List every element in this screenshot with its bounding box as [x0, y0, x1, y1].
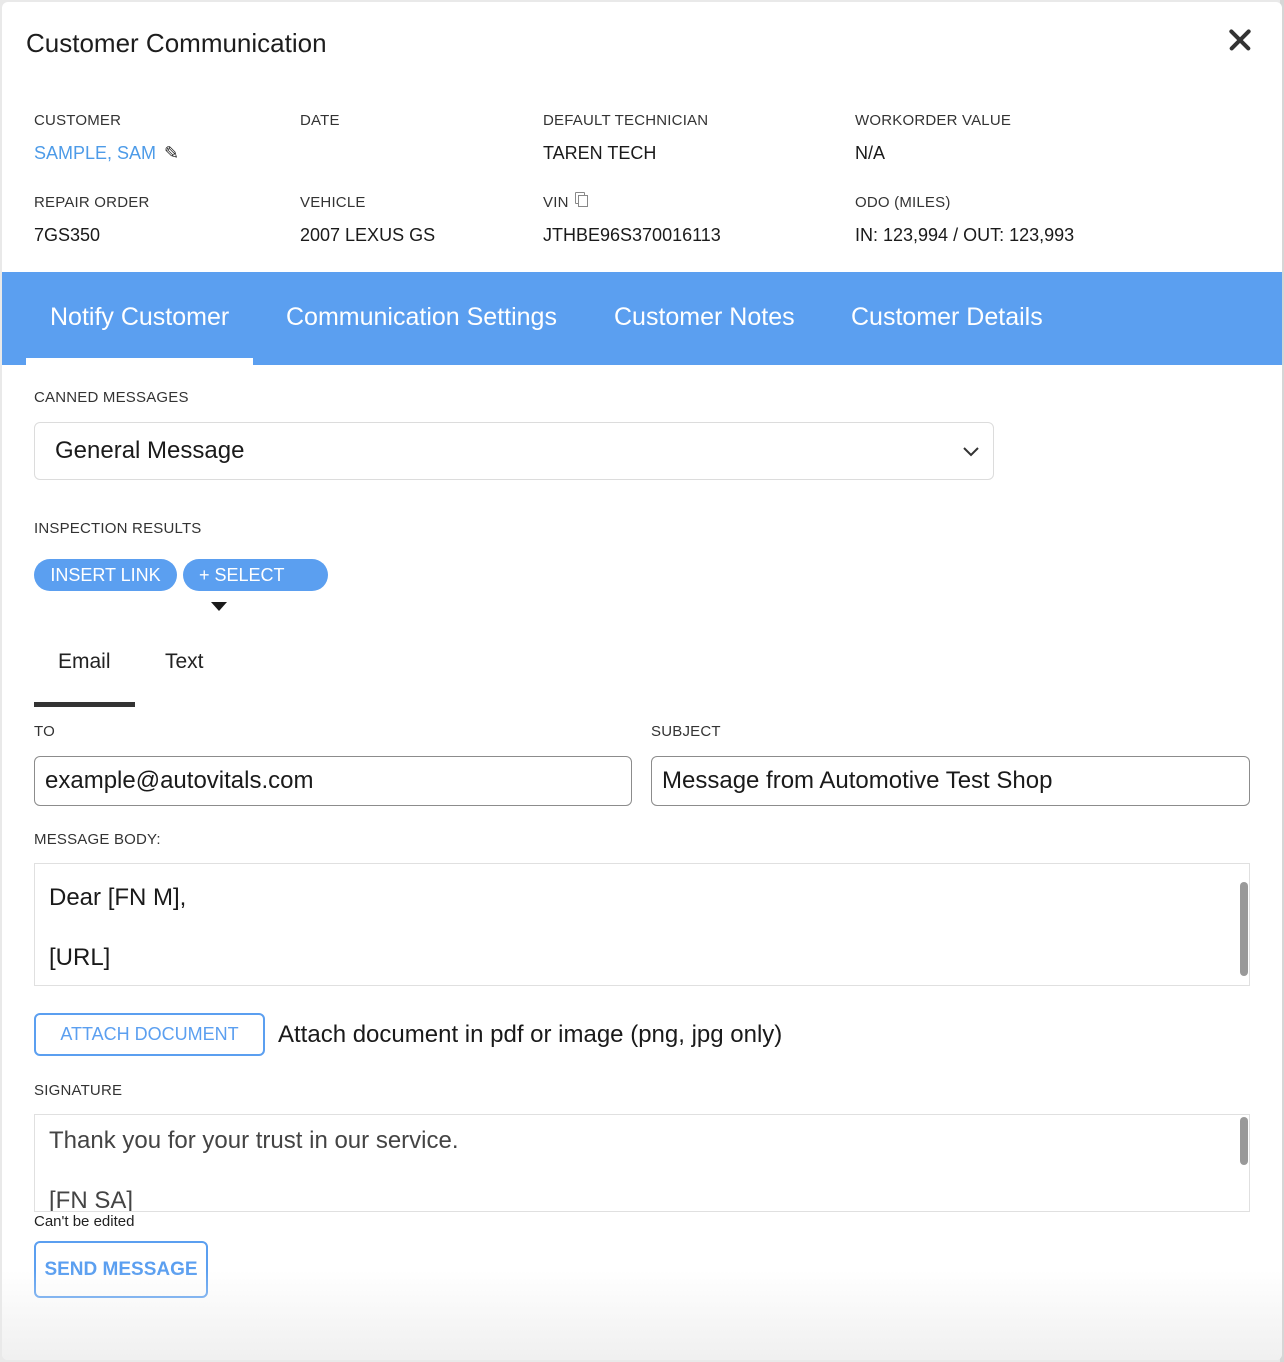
- customer-label: CUSTOMER: [34, 112, 122, 129]
- workorder-value: N/A: [855, 143, 886, 163]
- repair-order-value: 7GS350: [34, 225, 101, 245]
- select-dropdown-button[interactable]: + SELECT: [183, 559, 328, 611]
- select-button-label: + SELECT: [199, 565, 285, 585]
- repair-order-label: REPAIR ORDER: [34, 194, 150, 211]
- customer-name[interactable]: SAMPLE, SAM: [34, 143, 156, 163]
- subject-field[interactable]: Message from Automotive Test Shop: [651, 756, 1250, 806]
- scrollbar[interactable]: [1240, 882, 1248, 976]
- date-label: DATE: [300, 112, 340, 129]
- insert-link-button[interactable]: INSERT LINK: [34, 559, 177, 591]
- customer-communication-modal: Customer Communication CUSTOMER SAMPLE, …: [2, 2, 1282, 1360]
- attach-document-button[interactable]: ATTACH DOCUMENT: [34, 1013, 265, 1056]
- vin-label: VIN: [543, 194, 569, 211]
- copy-icon[interactable]: [574, 192, 588, 207]
- message-body-textarea[interactable]: Dear [FN M], [URL]: [34, 863, 1250, 986]
- attach-hint: Attach document in pdf or image (png, jp…: [278, 1021, 783, 1048]
- to-field[interactable]: example@autovitals.com: [34, 756, 632, 806]
- subtab-email[interactable]: Email: [58, 650, 111, 674]
- canned-messages-label: CANNED MESSAGES: [34, 389, 189, 406]
- tab-communication-settings[interactable]: Communication Settings: [286, 272, 557, 365]
- signature-line: [FN SA]: [49, 1187, 134, 1212]
- signature-textarea: Thank you for your trust in our service.…: [34, 1114, 1250, 1212]
- subtab-text[interactable]: Text: [165, 650, 204, 674]
- chevron-down-icon: [963, 447, 979, 457]
- main-tab-bar: Notify Customer Communication Settings C…: [2, 272, 1282, 365]
- tab-notify-customer[interactable]: Notify Customer: [25, 272, 254, 365]
- odo-label: ODO (MILES): [855, 194, 951, 211]
- caret-down-icon: [211, 602, 227, 611]
- vin-label-group: VIN: [543, 192, 588, 211]
- technician-label: DEFAULT TECHNICIAN: [543, 112, 709, 129]
- vin-value: JTHBE96S370016113: [543, 225, 721, 245]
- active-subtab-indicator: [34, 702, 135, 707]
- customer-name-link[interactable]: SAMPLE, SAM ✎: [34, 143, 179, 164]
- tab-customer-notes[interactable]: Customer Notes: [614, 272, 795, 365]
- message-body-label: MESSAGE BODY:: [34, 831, 161, 848]
- modal-title: Customer Communication: [26, 28, 327, 58]
- signature-line: Thank you for your trust in our service.: [49, 1127, 459, 1154]
- vehicle-value: 2007 LEXUS GS: [300, 225, 436, 245]
- technician-value: TAREN TECH: [543, 143, 657, 163]
- close-icon[interactable]: [1222, 22, 1258, 58]
- message-body-line: Dear [FN M],: [49, 884, 187, 911]
- scrollbar[interactable]: [1240, 1117, 1248, 1165]
- to-label: TO: [34, 723, 55, 740]
- odo-value: IN: 123,994 / OUT: 123,993: [855, 225, 1075, 245]
- canned-messages-value: General Message: [55, 437, 245, 464]
- send-message-button[interactable]: SEND MESSAGE: [34, 1241, 208, 1298]
- signature-note: Can't be edited: [34, 1213, 135, 1230]
- vehicle-label: VEHICLE: [300, 194, 366, 211]
- subject-label: SUBJECT: [651, 723, 721, 740]
- workorder-label: WORKORDER VALUE: [855, 112, 1012, 129]
- inspection-results-label: INSPECTION RESULTS: [34, 520, 202, 537]
- canned-messages-select[interactable]: General Message: [34, 422, 994, 480]
- message-body-line: [URL]: [49, 944, 111, 971]
- signature-label: SIGNATURE: [34, 1082, 123, 1099]
- edit-pencil-icon[interactable]: ✎: [164, 143, 179, 164]
- tab-customer-details[interactable]: Customer Details: [851, 272, 1043, 365]
